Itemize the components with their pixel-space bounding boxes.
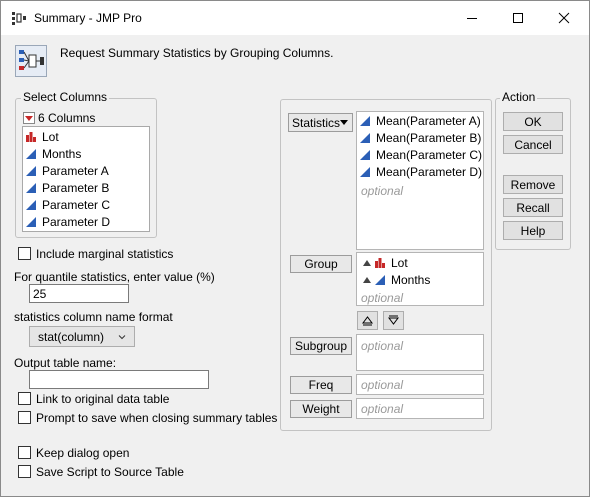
continuous-column-icon	[360, 167, 370, 177]
statistics-item[interactable]: Mean(Parameter B)	[360, 131, 481, 145]
weight-role-list[interactable]: optional	[356, 398, 484, 419]
columns-listbox[interactable]: Lot Months Parameter A Parameter B Param…	[22, 126, 150, 232]
column-count-row[interactable]: 6 Columns	[23, 111, 95, 125]
group-item-months[interactable]: Months	[363, 273, 430, 287]
statistics-item[interactable]: Mean(Parameter C)	[360, 148, 482, 162]
chevron-down-icon	[118, 335, 126, 340]
sort-ascending-button[interactable]	[357, 311, 378, 330]
ascending-sort-icon	[363, 277, 371, 283]
quantile-input[interactable]	[29, 284, 129, 303]
close-icon	[558, 12, 570, 24]
save-script-label: Save Script to Source Table	[36, 465, 184, 479]
maximize-icon	[513, 13, 523, 23]
recall-button[interactable]: Recall	[503, 198, 563, 217]
ok-button[interactable]: OK	[503, 112, 563, 131]
link-original-checkbox[interactable]	[18, 392, 31, 405]
column-count-label: 6 Columns	[38, 111, 96, 125]
column-item-parameter-b[interactable]: Parameter B	[26, 181, 109, 195]
cancel-button[interactable]: Cancel	[503, 135, 563, 154]
nominal-column-icon	[26, 132, 36, 142]
prompt-save-checkbox[interactable]	[18, 411, 31, 424]
continuous-column-icon	[26, 149, 36, 159]
continuous-column-icon	[360, 133, 370, 143]
column-item-months[interactable]: Months	[26, 147, 81, 161]
link-original-label: Link to original data table	[36, 392, 170, 406]
statistics-button[interactable]: Statistics	[288, 113, 353, 132]
statistics-item[interactable]: Mean(Parameter D)	[360, 165, 482, 179]
subgroup-button[interactable]: Subgroup	[290, 337, 352, 355]
maximize-button[interactable]	[495, 1, 541, 35]
header-description: Request Summary Statistics by Grouping C…	[60, 46, 334, 60]
minimize-button[interactable]	[449, 1, 495, 35]
continuous-column-icon	[26, 166, 36, 176]
select-columns-title: Select Columns	[21, 90, 110, 104]
output-table-label: Output table name:	[14, 356, 117, 370]
summary-platform-icon	[15, 45, 47, 77]
output-table-input[interactable]	[29, 370, 209, 389]
quantile-label: For quantile statistics, enter value (%)	[14, 270, 215, 284]
optional-placeholder: optional	[361, 291, 404, 305]
red-triangle-menu-icon[interactable]	[23, 112, 35, 124]
optional-placeholder: optional	[361, 378, 404, 392]
continuous-column-icon	[26, 217, 36, 227]
title-bar[interactable]: Summary - JMP Pro	[1, 1, 589, 35]
column-item-lot[interactable]: Lot	[26, 130, 59, 144]
sort-descending-button[interactable]	[383, 311, 404, 330]
prompt-save-label: Prompt to save when closing summary tabl…	[36, 411, 278, 425]
column-name-format-dropdown[interactable]: stat(column)	[29, 326, 135, 347]
optional-placeholder: optional	[361, 402, 404, 416]
freq-button[interactable]: Freq	[290, 376, 352, 394]
continuous-column-icon	[360, 116, 370, 126]
close-button[interactable]	[541, 1, 587, 35]
freq-role-list[interactable]: optional	[356, 374, 484, 395]
subgroup-role-list[interactable]: optional	[356, 334, 484, 371]
window-title: Summary - JMP Pro	[34, 11, 142, 25]
column-item-parameter-a[interactable]: Parameter A	[26, 164, 109, 178]
dropdown-arrow-icon	[340, 120, 348, 125]
weight-button[interactable]: Weight	[290, 400, 352, 418]
continuous-column-icon	[360, 150, 370, 160]
statistics-role-list[interactable]: Mean(Parameter A) Mean(Parameter B) Mean…	[356, 111, 484, 250]
save-script-checkbox[interactable]	[18, 465, 31, 478]
sort-ascending-icon	[362, 316, 373, 326]
optional-placeholder: optional	[361, 184, 404, 198]
remove-button[interactable]: Remove	[503, 175, 563, 194]
group-item-lot[interactable]: Lot	[363, 256, 408, 270]
include-marginal-label: Include marginal statistics	[36, 247, 174, 261]
statistics-item[interactable]: Mean(Parameter A)	[360, 114, 481, 128]
ascending-sort-icon	[363, 260, 371, 266]
continuous-column-icon	[26, 183, 36, 193]
help-button[interactable]: Help	[503, 221, 563, 240]
sort-descending-icon	[388, 315, 399, 325]
column-item-parameter-c[interactable]: Parameter C	[26, 198, 110, 212]
continuous-column-icon	[375, 275, 385, 285]
group-button[interactable]: Group	[290, 255, 352, 273]
action-group-title: Action	[500, 90, 538, 104]
nominal-column-icon	[375, 258, 385, 268]
continuous-column-icon	[26, 200, 36, 210]
format-label: statistics column name format	[14, 310, 173, 324]
minimize-icon	[467, 18, 477, 19]
optional-placeholder: optional	[361, 339, 404, 353]
summary-dialog-window: Summary - JMP Pro Request Summary Statis…	[0, 0, 590, 497]
jmp-app-icon	[12, 12, 26, 25]
column-item-parameter-d[interactable]: Parameter D	[26, 215, 110, 229]
format-value: stat(column)	[38, 329, 105, 344]
keep-dialog-open-label: Keep dialog open	[36, 446, 130, 460]
keep-dialog-open-checkbox[interactable]	[18, 446, 31, 459]
include-marginal-checkbox[interactable]	[18, 247, 31, 260]
group-role-list[interactable]: Lot Months optional	[356, 252, 484, 306]
